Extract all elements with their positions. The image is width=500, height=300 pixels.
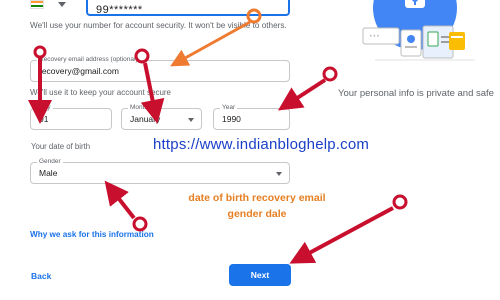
- overlay-url-text: https://www.indianbloghelp.com: [153, 136, 370, 153]
- gender-value: Male: [39, 168, 58, 178]
- country-code-select[interactable]: [30, 0, 80, 14]
- chevron-down-icon: [188, 118, 194, 122]
- year-value: 1990: [222, 114, 241, 124]
- month-label: Month: [128, 104, 151, 112]
- privacy-text: Your personal info is private and safe: [338, 88, 494, 99]
- month-value: January: [130, 114, 161, 124]
- dob-caption: Your date of birth: [31, 142, 91, 151]
- svg-text:***: ***: [369, 34, 380, 41]
- overlay-caption-line1: date of birth recovery email: [188, 192, 326, 204]
- next-button[interactable]: Next: [229, 264, 291, 286]
- back-button[interactable]: Back: [31, 271, 51, 281]
- orange-arrow-icon: [170, 8, 262, 67]
- day-label: Day: [37, 104, 53, 112]
- phone-helper-text: We'll use your number for account securi…: [30, 21, 287, 30]
- why-we-ask-link[interactable]: Why we ask for this information: [30, 230, 154, 239]
- year-label: Year: [220, 104, 238, 112]
- red-arrow-icon: [104, 180, 148, 232]
- overlay-caption: date of birth recovery email gender dale: [177, 190, 337, 222]
- chevron-down-icon: [276, 172, 282, 176]
- security-illustration: ***: [362, 0, 475, 61]
- month-select[interactable]: Month January: [121, 104, 202, 130]
- india-flag-icon: [30, 0, 44, 9]
- recovery-email-value: recovery@gmail.com: [39, 66, 119, 76]
- recovery-email-label: Recovery email address (optional): [37, 56, 140, 64]
- day-value: 01: [39, 114, 49, 124]
- gender-select[interactable]: Gender Male: [30, 158, 290, 184]
- red-arrow-icon: [277, 66, 338, 111]
- overlay-caption-line2: gender dale: [227, 208, 287, 220]
- phone-number-input[interactable]: 99*******: [86, 0, 290, 16]
- gender-label: Gender: [37, 158, 63, 166]
- year-field[interactable]: Year 1990: [213, 104, 290, 130]
- recovery-email-note: We'll use it to keep your account secure: [30, 88, 172, 97]
- day-field[interactable]: Day 01: [30, 104, 112, 130]
- chevron-down-icon: [58, 1, 66, 7]
- recovery-email-field[interactable]: Recovery email address (optional) recove…: [30, 56, 290, 82]
